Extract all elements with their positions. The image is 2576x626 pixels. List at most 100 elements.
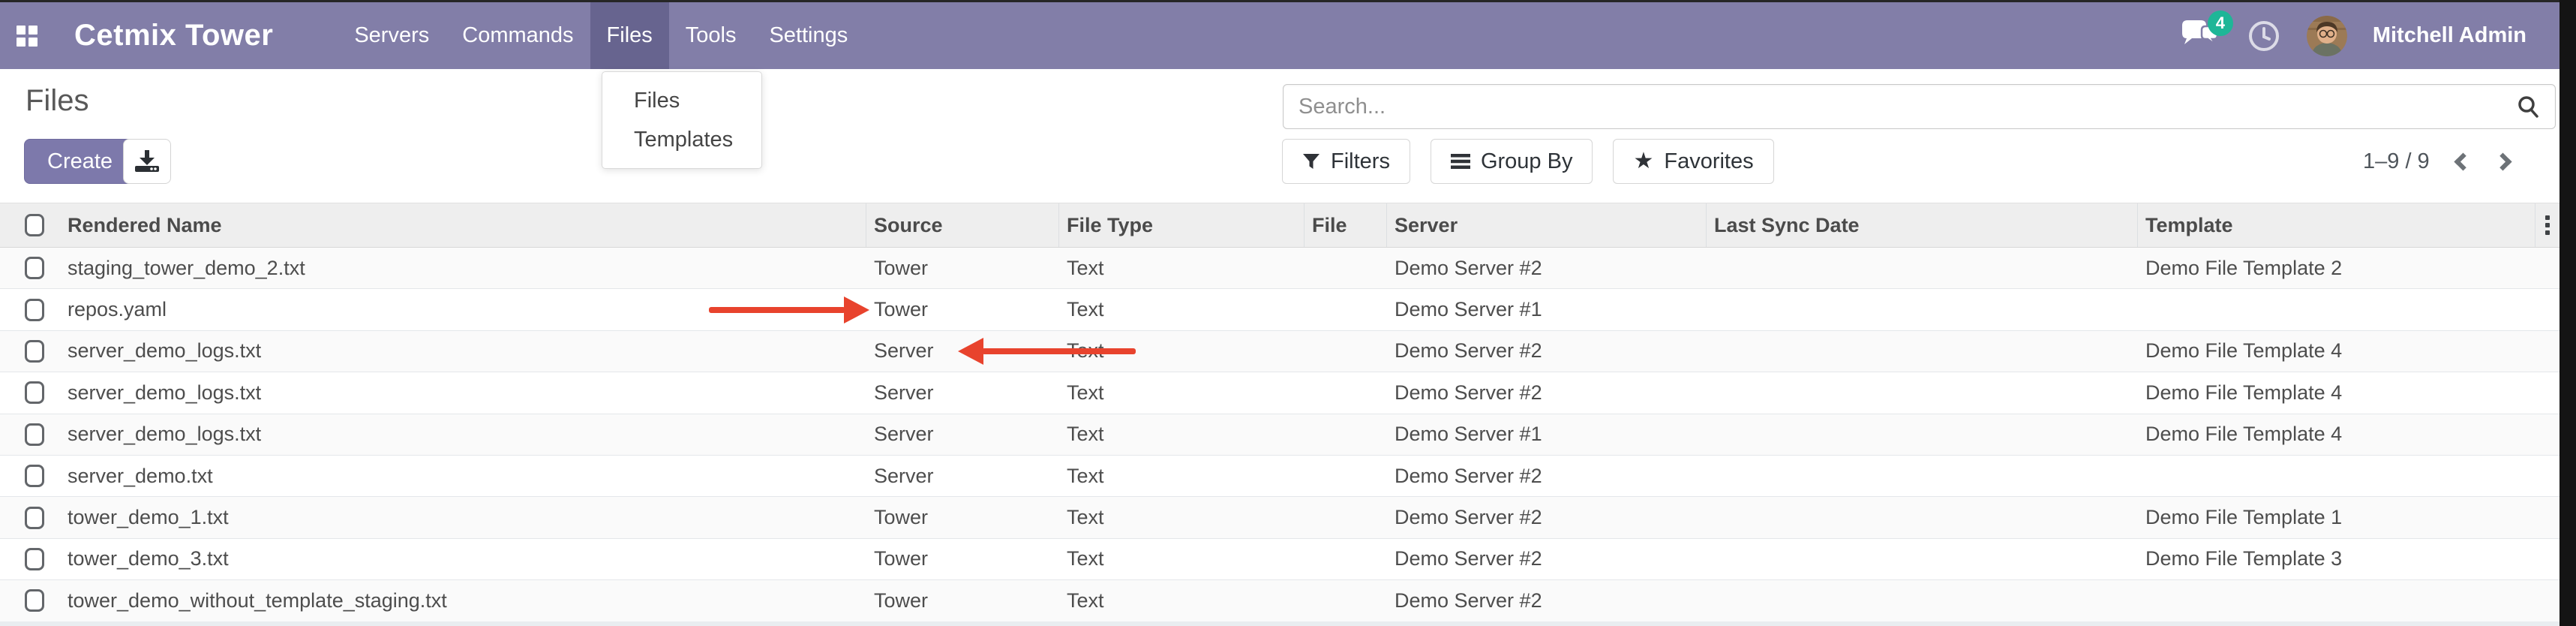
cell-server: Demo Server #2 bbox=[1387, 248, 1707, 288]
cell-template: Demo File Template 3 bbox=[2138, 539, 2535, 579]
cell-server: Demo Server #2 bbox=[1387, 580, 1707, 621]
cell-source: Tower bbox=[866, 248, 1059, 288]
column-header-file-type[interactable]: File Type bbox=[1059, 203, 1305, 247]
cell-last-sync bbox=[1707, 497, 2138, 537]
row-checkbox[interactable] bbox=[25, 299, 44, 321]
row-checkbox[interactable] bbox=[25, 465, 44, 487]
cell-last-sync bbox=[1707, 289, 2138, 330]
cell-server: Demo Server #2 bbox=[1387, 497, 1707, 537]
activities-clock-icon[interactable] bbox=[2247, 19, 2281, 53]
cell-last-sync bbox=[1707, 248, 2138, 288]
cell-template bbox=[2138, 580, 2535, 621]
cell-template: Demo File Template 4 bbox=[2138, 372, 2535, 413]
optional-columns-cell bbox=[2535, 203, 2559, 247]
pager-next-button[interactable] bbox=[2493, 152, 2511, 170]
table-row[interactable]: tower_demo_without_template_staging.txt … bbox=[0, 580, 2559, 621]
filter-funnel-icon bbox=[1302, 152, 1320, 170]
select-all-checkbox[interactable] bbox=[25, 214, 44, 236]
column-header-template[interactable]: Template bbox=[2138, 203, 2535, 247]
cell-source: Tower bbox=[866, 289, 1059, 330]
group-by-button[interactable]: Group By bbox=[1431, 139, 1593, 184]
column-header-file[interactable]: File bbox=[1305, 203, 1387, 247]
row-checkbox[interactable] bbox=[25, 589, 44, 612]
column-header-source[interactable]: Source bbox=[866, 203, 1059, 247]
cell-server: Demo Server #2 bbox=[1387, 456, 1707, 496]
messages-button[interactable]: 4 bbox=[2179, 18, 2221, 54]
pager-previous-button[interactable] bbox=[2454, 152, 2472, 170]
select-all-cell bbox=[0, 203, 60, 247]
dropdown-item-templates[interactable]: Templates bbox=[602, 120, 761, 159]
table-row[interactable]: server_demo.txt Server Text Demo Server … bbox=[0, 456, 2559, 497]
search-input[interactable] bbox=[1283, 95, 2516, 119]
dropdown-item-files[interactable]: Files bbox=[602, 81, 761, 120]
table-row[interactable]: server_demo_logs.txt Server Text Demo Se… bbox=[0, 331, 2559, 372]
cell-rendered-name: server_demo_logs.txt bbox=[60, 372, 866, 413]
table-row[interactable]: tower_demo_1.txt Tower Text Demo Server … bbox=[0, 497, 2559, 538]
row-checkbox[interactable] bbox=[25, 423, 44, 446]
row-checkbox[interactable] bbox=[25, 257, 44, 279]
cell-rendered-name: tower_demo_without_template_staging.txt bbox=[60, 580, 866, 621]
column-header-last-sync[interactable]: Last Sync Date bbox=[1707, 203, 2138, 247]
nav-item-commands[interactable]: Commands bbox=[446, 2, 590, 69]
cell-source: Server bbox=[866, 414, 1059, 455]
cell-server: Demo Server #2 bbox=[1387, 372, 1707, 413]
favorites-button[interactable]: ★ Favorites bbox=[1613, 139, 1773, 184]
row-checkbox[interactable] bbox=[25, 507, 44, 529]
cell-source: Server bbox=[866, 456, 1059, 496]
optional-columns-toggle-icon[interactable] bbox=[2545, 215, 2550, 235]
search-bar bbox=[1283, 84, 2556, 129]
files-dropdown-menu: Files Templates bbox=[602, 71, 762, 169]
list-bottom-strip bbox=[0, 621, 2559, 626]
cell-file bbox=[1305, 456, 1387, 496]
file-table-body: staging_tower_demo_2.txt Tower Text Demo… bbox=[0, 248, 2559, 622]
table-row[interactable]: staging_tower_demo_2.txt Tower Text Demo… bbox=[0, 248, 2559, 289]
cell-rendered-name: server_demo.txt bbox=[60, 456, 866, 496]
files-list-view: Rendered Name Source File Type File Serv… bbox=[0, 203, 2559, 622]
cell-server: Demo Server #2 bbox=[1387, 331, 1707, 372]
user-menu[interactable]: Mitchell Admin bbox=[2373, 23, 2526, 48]
table-row[interactable]: server_demo_logs.txt Server Text Demo Se… bbox=[0, 372, 2559, 414]
cell-source: Tower bbox=[866, 497, 1059, 537]
table-row[interactable]: repos.yaml Tower Text Demo Server #1 bbox=[0, 289, 2559, 330]
cell-rendered-name: tower_demo_3.txt bbox=[60, 539, 866, 579]
group-by-bars-icon bbox=[1451, 153, 1470, 170]
filters-button[interactable]: Filters bbox=[1282, 139, 1410, 184]
nav-item-servers[interactable]: Servers bbox=[338, 2, 446, 69]
main-menu: Servers Commands Files Tools Settings bbox=[338, 2, 864, 69]
cell-server: Demo Server #1 bbox=[1387, 414, 1707, 455]
nav-item-tools[interactable]: Tools bbox=[669, 2, 753, 69]
pager-range: 1–9 / 9 bbox=[2363, 149, 2430, 174]
table-row[interactable]: server_demo_logs.txt Server Text Demo Se… bbox=[0, 414, 2559, 456]
nav-item-settings[interactable]: Settings bbox=[752, 2, 864, 69]
cell-rendered-name: server_demo_logs.txt bbox=[60, 414, 866, 455]
brand-title[interactable]: Cetmix Tower bbox=[74, 19, 273, 53]
apps-grid-icon[interactable] bbox=[17, 26, 37, 46]
column-header-rendered-name[interactable]: Rendered Name bbox=[60, 203, 866, 247]
pager: 1–9 / 9 bbox=[2363, 139, 2509, 184]
cell-source: Tower bbox=[866, 580, 1059, 621]
nav-item-files[interactable]: Files bbox=[590, 2, 669, 69]
cell-last-sync bbox=[1707, 372, 2138, 413]
cell-server: Demo Server #2 bbox=[1387, 539, 1707, 579]
messages-count-badge: 4 bbox=[2208, 11, 2233, 36]
row-checkbox[interactable] bbox=[25, 381, 44, 404]
export-download-button[interactable] bbox=[123, 139, 171, 184]
cell-template bbox=[2138, 456, 2535, 496]
row-checkbox[interactable] bbox=[25, 548, 44, 570]
search-icon[interactable] bbox=[2516, 95, 2540, 119]
app-window: Cetmix Tower Servers Commands Files Tool… bbox=[0, 0, 2576, 626]
column-header-server[interactable]: Server bbox=[1387, 203, 1707, 247]
user-avatar[interactable] bbox=[2307, 16, 2347, 56]
cell-rendered-name: tower_demo_1.txt bbox=[60, 497, 866, 537]
cell-file-type: Text bbox=[1059, 372, 1305, 413]
cell-source: Server bbox=[866, 372, 1059, 413]
cell-file-type: Text bbox=[1059, 497, 1305, 537]
cell-template: Demo File Template 4 bbox=[2138, 414, 2535, 455]
create-button[interactable]: Create bbox=[24, 139, 136, 184]
cell-server: Demo Server #1 bbox=[1387, 289, 1707, 330]
cell-template: Demo File Template 1 bbox=[2138, 497, 2535, 537]
cell-file bbox=[1305, 414, 1387, 455]
cell-last-sync bbox=[1707, 580, 2138, 621]
row-checkbox[interactable] bbox=[25, 340, 44, 363]
table-row[interactable]: tower_demo_3.txt Tower Text Demo Server … bbox=[0, 539, 2559, 580]
